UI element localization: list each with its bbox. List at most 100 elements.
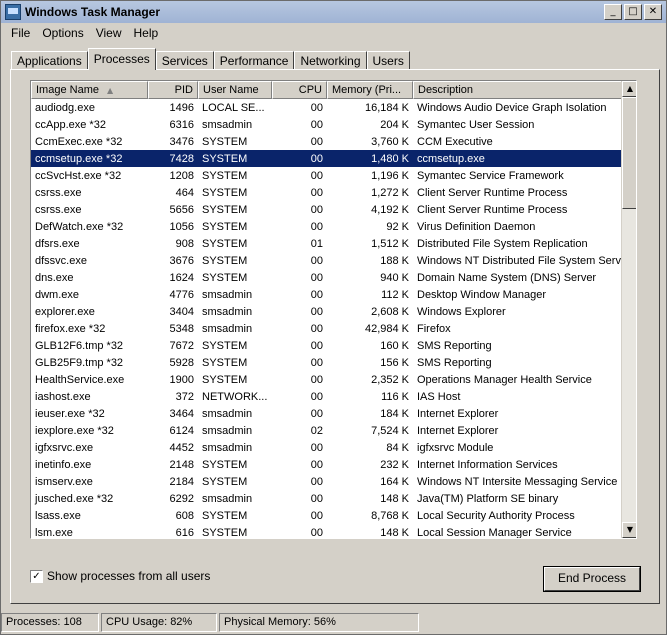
column-pid[interactable]: PID xyxy=(148,81,198,99)
cell-image-name: GLB12F6.tmp *32 xyxy=(35,339,124,352)
cell-cpu: 00 xyxy=(310,254,323,267)
cell-user-name: NETWORK... xyxy=(202,390,268,403)
sort-ascending-icon: ▲ xyxy=(106,86,114,95)
scroll-thumb[interactable] xyxy=(622,97,636,209)
table-row[interactable]: csrss.exe 464 SYSTEM 00 1,272 K Client Server… xyxy=(31,184,622,201)
cell-image-name: csrss.exe xyxy=(35,203,82,216)
table-row[interactable]: ismserv.exe 2184 SYSTEM 00 164 K Windows NT I… xyxy=(31,473,622,490)
maximize-button[interactable]: □ xyxy=(624,4,642,20)
show-all-checkbox[interactable]: ✓ xyxy=(30,569,43,583)
cell-cpu: 00 xyxy=(310,339,323,352)
process-list[interactable]: Image Name ▲ PID User Name CPU Memory (Pr… xyxy=(30,80,637,539)
tab-services[interactable]: Services xyxy=(155,51,214,70)
cell-pid: 3476 xyxy=(169,135,194,148)
cell-image-name: csrss.exe xyxy=(35,186,82,199)
menu-help[interactable]: Help xyxy=(128,26,165,40)
cell-user-name: SYSTEM xyxy=(202,271,248,284)
end-process-button[interactable]: End Process xyxy=(544,567,640,591)
column-memory[interactable]: Memory (Pri... xyxy=(327,81,413,99)
cell-image-name: ccApp.exe *32 xyxy=(35,118,106,131)
table-row[interactable]: CcmExec.exe *32 3476 SYSTEM 00 3,760 K CCM Ex… xyxy=(31,133,622,150)
table-row[interactable]: inetinfo.exe 2148 SYSTEM 00 232 K Internet In… xyxy=(31,456,622,473)
table-row[interactable]: audiodg.exe 1496 LOCAL SE... 00 16,184 K Wind… xyxy=(31,99,622,116)
menu-view[interactable]: View xyxy=(90,26,128,40)
table-row[interactable]: jusched.exe *32 6292 smsadmin 00 148 K Java(T… xyxy=(31,490,622,507)
tab-networking[interactable]: Networking xyxy=(294,51,367,70)
show-all-processes[interactable]: ✓ Show processes from all users xyxy=(30,569,210,583)
cell-image-name: DefWatch.exe *32 xyxy=(35,220,124,233)
table-row[interactable]: lsass.exe 608 SYSTEM 00 8,768 K Local Securit… xyxy=(31,507,622,524)
cell-cpu: 00 xyxy=(310,186,323,199)
cell-user-name: SYSTEM xyxy=(202,475,248,488)
scroll-up-icon[interactable]: ▲ xyxy=(622,81,636,97)
table-row[interactable]: HealthService.exe 1900 SYSTEM 00 2,352 K Oper… xyxy=(31,371,622,388)
minimize-button[interactable]: _ xyxy=(604,4,622,20)
table-row[interactable]: GLB25F9.tmp *32 5928 SYSTEM 00 156 K SMS Repo… xyxy=(31,354,622,371)
cell-cpu: 00 xyxy=(310,475,323,488)
tab-applications[interactable]: Applications xyxy=(11,51,88,70)
cell-cpu: 00 xyxy=(310,458,323,471)
table-row[interactable]: dfssvc.exe 3676 SYSTEM 00 188 K Windows NT Di… xyxy=(31,252,622,269)
cell-description: Java(TM) Platform SE binary xyxy=(417,492,559,505)
cell-description: Firefox xyxy=(417,322,451,335)
cell-user-name: SYSTEM xyxy=(202,509,248,522)
close-button[interactable]: ✕ xyxy=(644,4,662,20)
table-row[interactable]: ccApp.exe *32 6316 smsadmin 00 204 K Symantec… xyxy=(31,116,622,133)
cell-user-name: SYSTEM xyxy=(202,526,248,539)
cell-user-name: SYSTEM xyxy=(202,169,248,182)
table-row[interactable]: ccSvcHst.exe *32 1208 SYSTEM 00 1,196 K Syman… xyxy=(31,167,622,184)
table-row[interactable]: dns.exe 1624 SYSTEM 00 940 K Domain Name Syst… xyxy=(31,269,622,286)
table-row[interactable]: lsm.exe 616 SYSTEM 00 148 K Local Session Man… xyxy=(31,524,622,539)
cell-description: Distributed File System Replication xyxy=(417,237,588,250)
cell-image-name: ccSvcHst.exe *32 xyxy=(35,169,122,182)
cell-cpu: 00 xyxy=(310,407,323,420)
cell-memory: 3,760 K xyxy=(371,135,409,148)
cell-image-name: iashost.exe xyxy=(35,390,91,403)
column-user-name[interactable]: User Name xyxy=(198,81,272,99)
status-physical-memory: Physical Memory: 56% xyxy=(219,613,419,632)
table-row[interactable]: dwm.exe 4776 smsadmin 00 112 K Desktop Window… xyxy=(31,286,622,303)
cell-user-name: smsadmin xyxy=(202,441,253,454)
menu-bar: File Options View Help xyxy=(1,23,666,43)
cell-description: Internet Explorer xyxy=(417,407,499,420)
task-manager-icon xyxy=(5,4,21,20)
table-row[interactable]: GLB12F6.tmp *32 7672 SYSTEM 00 160 K SMS Repo… xyxy=(31,337,622,354)
table-row[interactable]: ieuser.exe *32 3464 smsadmin 00 184 K Interne… xyxy=(31,405,622,422)
cell-memory: 940 K xyxy=(380,271,409,284)
vertical-scrollbar[interactable]: ▲ ▼ xyxy=(621,81,636,538)
table-row[interactable]: iashost.exe 372 NETWORK... 00 116 K IAS Host xyxy=(31,388,622,405)
cell-user-name: SYSTEM xyxy=(202,373,248,386)
table-row[interactable]: ccmsetup.exe *32 7428 SYSTEM 00 1,480 K ccmse… xyxy=(31,150,622,167)
cell-description: ccmsetup.exe xyxy=(417,152,485,165)
cell-pid: 2184 xyxy=(169,475,194,488)
cell-pid: 1900 xyxy=(169,373,194,386)
window-title: Windows Task Manager xyxy=(25,5,161,19)
title-bar[interactable]: Windows Task Manager _ □ ✕ xyxy=(1,1,666,23)
column-description[interactable]: Description xyxy=(413,81,622,99)
cell-memory: 8,768 K xyxy=(371,509,409,522)
scroll-down-icon[interactable]: ▼ xyxy=(622,522,636,538)
table-row[interactable]: iexplore.exe *32 6124 smsadmin 02 7,524 K Int… xyxy=(31,422,622,439)
tab-processes[interactable]: Processes xyxy=(87,48,156,70)
cell-cpu: 00 xyxy=(310,322,323,335)
tab-users[interactable]: Users xyxy=(366,51,410,70)
table-row[interactable]: explorer.exe 3404 smsadmin 00 2,608 K Windows… xyxy=(31,303,622,320)
cell-pid: 464 xyxy=(175,186,194,199)
table-row[interactable]: csrss.exe 5656 SYSTEM 00 4,192 K Client Serve… xyxy=(31,201,622,218)
cell-user-name: SYSTEM xyxy=(202,203,248,216)
cell-image-name: audiodg.exe xyxy=(35,101,95,114)
tab-performance[interactable]: Performance xyxy=(213,51,295,70)
cell-memory: 2,608 K xyxy=(371,305,409,318)
table-row[interactable]: firefox.exe *32 5348 smsadmin 00 42,984 K Fir… xyxy=(31,320,622,337)
table-row[interactable]: igfxsrvc.exe 4452 smsadmin 00 84 K igfxsrvc M… xyxy=(31,439,622,456)
menu-file[interactable]: File xyxy=(5,26,36,40)
column-image-name[interactable]: Image Name ▲ xyxy=(31,81,148,99)
cell-image-name: firefox.exe *32 xyxy=(35,322,106,335)
table-row[interactable]: dfsrs.exe 908 SYSTEM 01 1,512 K Distributed F… xyxy=(31,235,622,252)
column-cpu[interactable]: CPU xyxy=(272,81,327,99)
cell-cpu: 00 xyxy=(310,203,323,216)
cell-image-name: dfssvc.exe xyxy=(35,254,87,267)
cell-memory: 184 K xyxy=(380,407,409,420)
menu-options[interactable]: Options xyxy=(36,26,89,40)
table-row[interactable]: DefWatch.exe *32 1056 SYSTEM 00 92 K Virus De… xyxy=(31,218,622,235)
